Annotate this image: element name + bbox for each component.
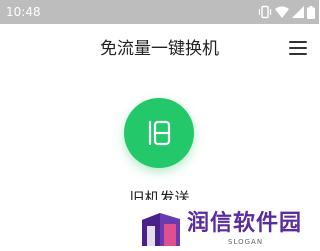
status-icons (258, 5, 315, 19)
page-title: 免流量一键换机 (100, 39, 219, 59)
watermark-slogan: SLOGAN (228, 238, 264, 246)
menu-line (289, 53, 307, 55)
battery-icon (307, 5, 315, 19)
watermark-name: 润信软件园 (187, 211, 303, 236)
status-time: 10:48 (6, 5, 41, 19)
menu-line (289, 41, 307, 43)
vibrate-icon (258, 5, 272, 19)
wifi-icon (275, 6, 289, 18)
app-bar: 免流量一键换机 (0, 24, 319, 74)
watermark-logo-icon (142, 213, 180, 246)
watermark-logo: 润信软件园 SLOGAN (140, 209, 319, 251)
signal-icon (292, 6, 304, 18)
old-phone-send-button[interactable] (124, 98, 194, 168)
old-phone-icon (148, 120, 171, 146)
status-bar: 10:48 (0, 0, 319, 24)
old-phone-send-label: 旧机发送 (129, 189, 190, 200)
menu-line (289, 47, 307, 49)
menu-icon[interactable] (289, 39, 307, 57)
